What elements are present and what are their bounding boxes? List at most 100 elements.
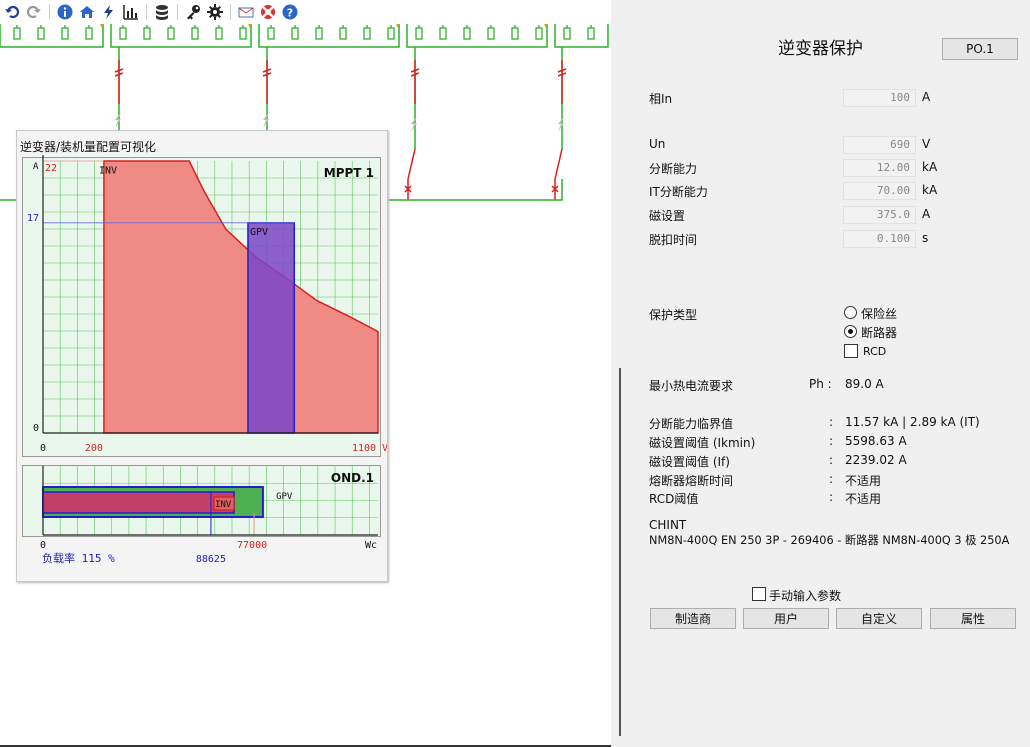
x-tick-77000: 77000 bbox=[237, 540, 267, 551]
ond-label: OND.1 bbox=[331, 471, 374, 485]
inv-bar bbox=[42, 491, 235, 514]
result-label-rcd: RCD阈值 bbox=[649, 492, 699, 506]
gpv-label: GPV bbox=[276, 492, 293, 502]
key-icon[interactable] bbox=[183, 2, 203, 22]
toolbar: ? bbox=[0, 0, 322, 24]
string-markers bbox=[100, 24, 547, 28]
home-icon[interactable] bbox=[77, 2, 97, 22]
gear-icon[interactable] bbox=[205, 2, 225, 22]
gpv-box bbox=[247, 222, 295, 434]
field-unit-magnetic: A bbox=[922, 207, 931, 221]
result-sep: : bbox=[829, 490, 834, 504]
user-button[interactable]: 用户 bbox=[743, 608, 829, 629]
x-tick-0: 0 bbox=[40, 443, 46, 451]
toolbar-separator bbox=[146, 4, 147, 20]
field-value-it-breaking[interactable]: 70.00 bbox=[843, 182, 916, 200]
breaker-radio[interactable] bbox=[844, 325, 857, 338]
manufacturer-button[interactable]: 制造商 bbox=[650, 608, 736, 629]
x-tick-0: 0 bbox=[40, 540, 46, 551]
po-button[interactable]: PO.1 bbox=[942, 38, 1018, 60]
bar-chart-icon[interactable] bbox=[121, 2, 141, 22]
result-sep: : bbox=[829, 434, 834, 448]
field-unit-trip-time: s bbox=[922, 231, 929, 245]
breaker-label: 断路器 bbox=[861, 326, 898, 340]
y-tick-22: 22 bbox=[45, 163, 57, 174]
result-sep: : bbox=[829, 472, 834, 486]
y-tick-0: 0 bbox=[33, 423, 39, 434]
field-value-un[interactable]: 690 bbox=[843, 136, 916, 154]
pv-string-5[interactable] bbox=[554, 24, 609, 48]
y-unit-label: A bbox=[33, 162, 39, 172]
maker-label: CHINT bbox=[649, 518, 687, 532]
field-label-breaking: 分断能力 bbox=[649, 162, 698, 176]
device-label: NM8N-400Q EN 250 3P - 269406 - 断路器 NM8N-… bbox=[649, 534, 1010, 547]
field-label-trip-time: 脱扣时间 bbox=[649, 233, 698, 247]
field-unit-in: A bbox=[922, 90, 931, 104]
result-value-if: 2239.02 A bbox=[845, 453, 907, 467]
mppt-chart: INVGPVMPPT 1A2217002001100 V673825 bbox=[27, 155, 387, 451]
pv-string-3[interactable] bbox=[258, 24, 400, 48]
protection-type-label: 保护类型 bbox=[649, 308, 698, 322]
x-unit-label: Wc bbox=[365, 540, 377, 551]
toolbar-separator bbox=[177, 4, 178, 20]
fuse-radio[interactable] bbox=[844, 306, 857, 319]
properties-button[interactable]: 属性 bbox=[930, 608, 1016, 629]
custom-button[interactable]: 自定义 bbox=[836, 608, 922, 629]
info-icon[interactable] bbox=[55, 2, 75, 22]
rcd-checkbox[interactable] bbox=[844, 344, 858, 358]
pv-string-1[interactable] bbox=[0, 24, 104, 48]
inv-label: INV bbox=[99, 165, 117, 176]
panel-divider bbox=[619, 368, 621, 736]
inv-label: INV bbox=[215, 500, 232, 510]
mail-icon[interactable] bbox=[236, 2, 256, 22]
result-value-breaking: 11.57 kA | 2.89 kA (IT) bbox=[845, 415, 980, 429]
x-tick-200: 200 bbox=[85, 443, 103, 451]
pv-string-2[interactable] bbox=[110, 24, 252, 48]
x-tick-88625: 88625 bbox=[196, 554, 226, 565]
field-unit-it-breaking: kA bbox=[922, 183, 938, 197]
result-label-breaking: 分断能力临界值 bbox=[649, 417, 734, 431]
min-current-ph: Ph : bbox=[809, 377, 832, 391]
field-label-in: 相In bbox=[649, 92, 673, 106]
toolbar-separator bbox=[49, 4, 50, 20]
lightning-icon[interactable] bbox=[99, 2, 119, 22]
surge-arrester-icons bbox=[115, 112, 564, 132]
result-label-if: 磁设置阈值 (If) bbox=[649, 455, 730, 469]
toolbar-separator bbox=[230, 4, 231, 20]
mppt-label: MPPT 1 bbox=[324, 166, 374, 180]
database-icon[interactable] bbox=[152, 2, 172, 22]
fuse-label: 保险丝 bbox=[861, 307, 898, 321]
min-current-label: 最小热电流要求 bbox=[649, 379, 734, 393]
protection-panel: 逆变器保护 PO.1 相In 100 A Un 690 V 分断能力 12.00… bbox=[611, 0, 1030, 747]
rcd-label: RCD bbox=[863, 345, 887, 358]
min-current-value: 89.0 A bbox=[845, 377, 884, 391]
result-sep: : bbox=[829, 415, 834, 429]
result-value-rcd: 不适用 bbox=[845, 492, 882, 506]
load-ratio-label: 负载率 115 % bbox=[42, 551, 115, 565]
field-value-trip-time[interactable]: 0.100 bbox=[843, 230, 916, 248]
lifebuoy-icon[interactable] bbox=[258, 2, 278, 22]
undo-icon[interactable] bbox=[2, 2, 22, 22]
y-tick-17: 17 bbox=[27, 213, 39, 224]
field-value-breaking[interactable]: 12.00 bbox=[843, 159, 916, 177]
field-label-magnetic: 磁设置 bbox=[649, 209, 686, 223]
result-label-ikmin: 磁设置阈值 (Ikmin) bbox=[649, 436, 756, 450]
field-label-un: Un bbox=[649, 137, 666, 151]
ond-chart: OND.1 INV GPV 0 77000 Wc 负载率 115 % 88625 bbox=[40, 466, 378, 565]
result-sep: : bbox=[829, 453, 834, 467]
config-visualization-popup: 逆变器/装机量配置可视化 INV GPV MPPT 1 A 22 17 0 0 200 1100 … bbox=[16, 130, 388, 582]
help-icon[interactable]: ? bbox=[280, 2, 300, 22]
gpv-label: GPV bbox=[250, 227, 268, 238]
result-label-fuse-time: 熔断器熔断时间 bbox=[649, 474, 734, 488]
field-unit-un: V bbox=[922, 137, 931, 151]
svg-text:?: ? bbox=[287, 7, 293, 20]
manual-input-checkbox[interactable] bbox=[752, 587, 766, 601]
field-value-in[interactable]: 100 bbox=[843, 89, 916, 107]
pv-string-4[interactable] bbox=[406, 24, 548, 48]
field-value-magnetic[interactable]: 375.0 bbox=[843, 206, 916, 224]
panel-strings bbox=[0, 24, 609, 48]
field-label-it-breaking: IT分断能力 bbox=[649, 185, 708, 199]
redo-icon[interactable] bbox=[24, 2, 44, 22]
manual-input-label: 手动输入参数 bbox=[769, 589, 842, 603]
field-unit-breaking: kA bbox=[922, 160, 938, 174]
